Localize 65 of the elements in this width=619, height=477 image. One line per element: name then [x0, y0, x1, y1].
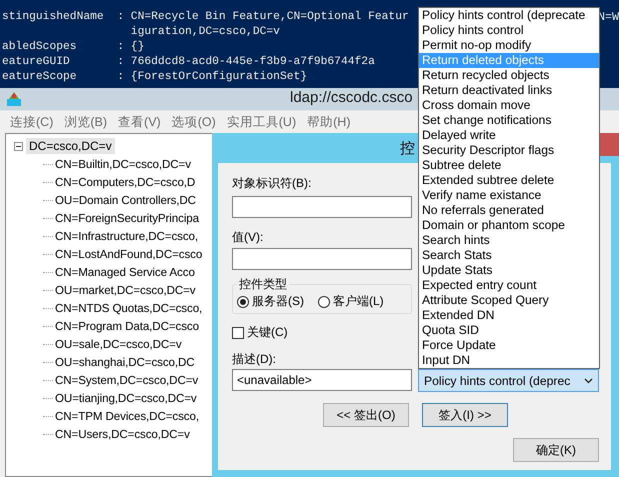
dropdown-option[interactable]: Policy hints control: [419, 23, 599, 38]
dropdown-option[interactable]: Cross domain move: [419, 98, 599, 113]
tree-item[interactable]: OU=Domain Controllers,DC: [55, 194, 196, 206]
collapse-icon[interactable]: [14, 142, 23, 150]
dropdown-option[interactable]: Domain or phantom scope: [419, 218, 599, 233]
dialog-button[interactable]: << 签出(O): [323, 403, 409, 427]
dropdown-option[interactable]: Verify name existance: [419, 188, 599, 203]
dropdown-option[interactable]: Delayed write: [419, 128, 599, 143]
dropdown-option[interactable]: Update Stats: [419, 263, 599, 278]
field-label: 描述(D):: [232, 351, 276, 367]
tree-item[interactable]: CN=Builtin,DC=csco,DC=v: [55, 158, 191, 170]
input-field[interactable]: [232, 248, 412, 270]
terminal-line: eatureScope : {ForestOrConfigurationSet}: [1, 70, 308, 85]
dialog-button[interactable]: 签入(I) >>: [422, 403, 508, 427]
dropdown[interactable]: Policy hints control (deprec: [418, 369, 599, 392]
dropdown-option[interactable]: Expected entry count: [419, 278, 599, 293]
app-icon: [5, 90, 23, 108]
chevron-down-icon: [584, 378, 593, 384]
tree-item[interactable]: OU=tianjing,DC=csco,DC=v: [55, 392, 197, 404]
field-label: 值(V):: [232, 229, 264, 245]
tree-item[interactable]: OU=shanghai,DC=csco,DC: [55, 356, 195, 368]
close-button[interactable]: [598, 133, 619, 156]
dropdown-option[interactable]: Set change notifications: [419, 113, 599, 128]
dropdown-option[interactable]: Return deactivated links: [419, 83, 599, 98]
tree-item[interactable]: CN=NTDS Quotas,DC=csco,: [55, 302, 202, 314]
tree-item[interactable]: CN=ForeignSecurityPrincipa: [55, 212, 199, 224]
terminal-line: abledScopes : {}: [1, 40, 144, 55]
tree-item[interactable]: CN=Computers,DC=csco,D: [55, 176, 196, 188]
tree-item[interactable]: CN=TPM Devices,DC=csco,: [55, 410, 199, 422]
dropdown-option[interactable]: Return recycled objects: [419, 68, 599, 83]
terminal-line: iguration,DC=csco,DC=v: [130, 25, 280, 40]
tree-item[interactable]: CN=Program Data,DC=csco: [55, 320, 199, 332]
tree-item[interactable]: CN=Infrastructure,DC=csco,: [55, 230, 198, 242]
input-field[interactable]: [232, 196, 412, 218]
dropdown-option[interactable]: Input DN: [419, 353, 599, 368]
dropdown-option[interactable]: Search hints: [419, 233, 599, 248]
ok-button[interactable]: 确定(K): [513, 438, 599, 462]
radio-button[interactable]: 客户端(L): [318, 293, 384, 310]
radio-button[interactable]: 服务器(S): [237, 293, 304, 310]
terminal-line: eatureGUID : 766ddcd8-acd0-445e-f3b9-a7f9b6744f2a: [1, 55, 375, 70]
dropdown-option[interactable]: Attribute Scoped Query: [419, 293, 599, 308]
tree-item[interactable]: CN=Managed Service Acco: [55, 266, 195, 278]
tree-item[interactable]: CN=System,DC=csco,DC=v: [55, 374, 198, 386]
dropdown-option[interactable]: Quota SID: [419, 323, 599, 338]
input-field[interactable]: <unavailable>: [232, 369, 412, 391]
field-label: 对象标识符(B):: [232, 175, 312, 191]
dropdown-option[interactable]: Extended subtree delete: [419, 173, 599, 188]
dropdown-option[interactable]: Security Descriptor flags: [419, 143, 599, 158]
dialog-title: 控: [400, 139, 415, 158]
tree-item[interactable]: CN=LostAndFound,DC=csco: [55, 248, 202, 260]
tree-item[interactable]: DC=csco,DC=v: [26, 138, 115, 154]
tree-item[interactable]: OU=sale,DC=csco,DC=v: [55, 338, 182, 350]
group-label: 控件类型: [238, 276, 288, 293]
dropdown-option[interactable]: Permit no-op modify: [419, 38, 599, 53]
terminal-line: stinguishedName : CN=Recycle Bin Feature,CN=Optional Featur: [1, 10, 409, 25]
dropdown-option[interactable]: Extended DN: [419, 308, 599, 323]
dropdown-option[interactable]: Force Update: [419, 338, 599, 353]
tree-item[interactable]: CN=Users,DC=csco,DC=v: [55, 428, 190, 440]
dropdown-option[interactable]: No referrals generated: [419, 203, 599, 218]
window-title: ldap://cscodc.csco: [290, 89, 413, 106]
dropdown-option[interactable]: Policy hints control (deprecate: [419, 8, 599, 23]
tree-item[interactable]: OU=market,DC=csco,DC=v: [55, 284, 196, 296]
checkbox[interactable]: 关键(C): [232, 324, 288, 341]
dropdown-option[interactable]: Subtree delete: [419, 158, 599, 173]
dropdown-option[interactable]: Search Stats: [419, 248, 599, 263]
